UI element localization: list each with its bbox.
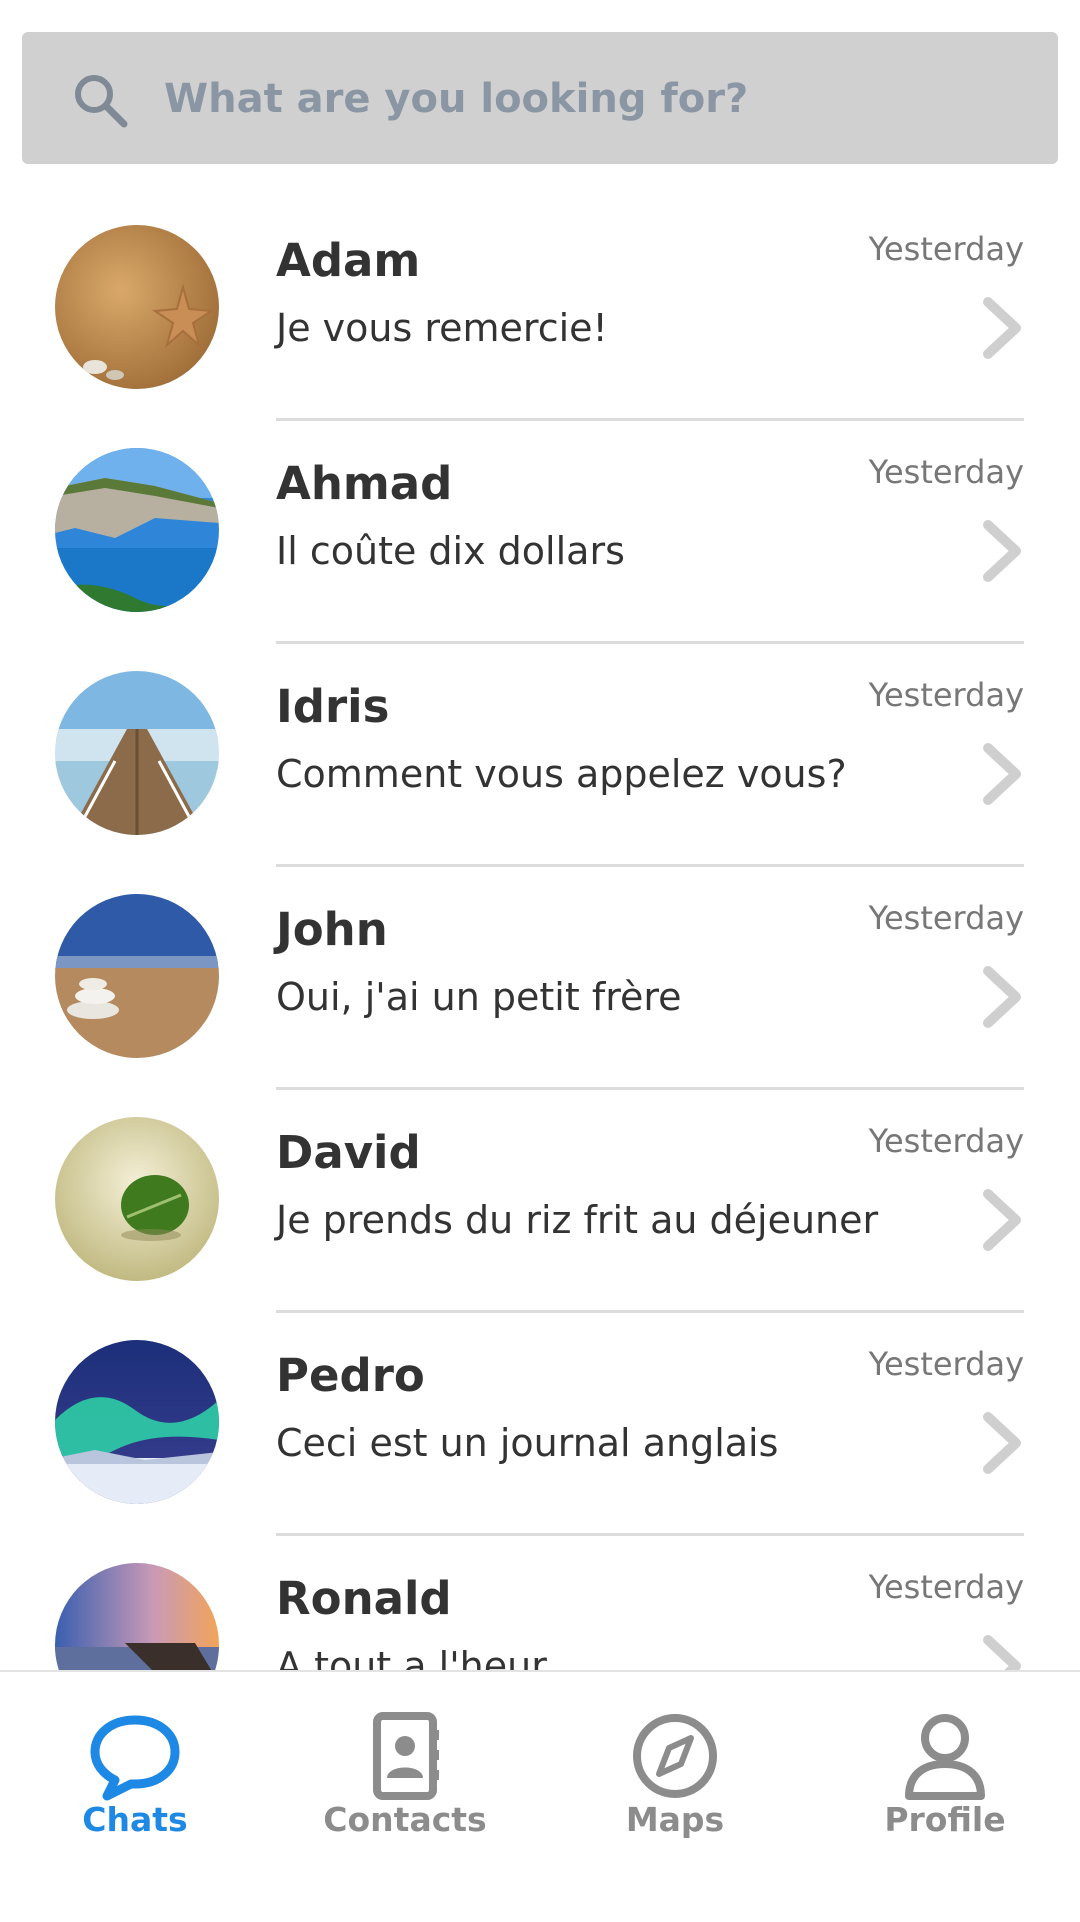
chat-name: David — [276, 1126, 421, 1179]
chat-list: Adam Je vous remercie! Yesterday Ahmad I… — [0, 198, 1080, 1670]
search-icon — [75, 75, 128, 128]
contacts-book-icon — [373, 1712, 439, 1800]
compass-icon — [633, 1714, 717, 1798]
tab-label: Contacts — [323, 1800, 487, 1839]
chat-name: John — [276, 903, 388, 956]
chevron-right-icon — [983, 520, 1021, 582]
chat-time: Yesterday — [868, 1345, 1024, 1383]
chat-name: Ahmad — [276, 457, 453, 510]
tab-label: Maps — [625, 1800, 725, 1839]
chat-time: Yesterday — [868, 1568, 1024, 1606]
search-bar[interactable] — [22, 32, 1058, 164]
avatar — [55, 1563, 219, 1670]
chevron-right-icon — [983, 743, 1021, 805]
chevron-right-icon — [983, 1635, 1021, 1670]
chat-message: Je vous remercie! — [276, 306, 608, 350]
chat-item-john[interactable]: John Oui, j'ai un petit frère Yesterday — [0, 867, 1080, 1090]
chat-time: Yesterday — [868, 230, 1024, 268]
chat-item-adam[interactable]: Adam Je vous remercie! Yesterday — [0, 198, 1080, 421]
chevron-right-icon — [983, 966, 1021, 1028]
tab-chats[interactable]: Chats — [0, 1672, 270, 1852]
search-input[interactable] — [162, 52, 1026, 146]
avatar — [55, 1117, 219, 1281]
chat-item-ronald[interactable]: Ronald A tout a l'heur Yesterday — [0, 1536, 1080, 1670]
chat-name: Pedro — [276, 1349, 425, 1402]
chat-time: Yesterday — [868, 1122, 1024, 1160]
chat-item-idris[interactable]: Idris Comment vous appelez vous? Yesterd… — [0, 644, 1080, 867]
chat-bubble-icon — [90, 1715, 180, 1801]
chat-item-ahmad[interactable]: Ahmad Il coûte dix dollars Yesterday — [0, 421, 1080, 644]
avatar — [55, 1340, 219, 1504]
chat-message: A tout a l'heur — [276, 1644, 547, 1670]
bottom-tab-bar: Chats Contacts Maps Profile — [0, 1670, 1080, 1922]
chat-message: Je prends du riz frit au déjeuner — [276, 1198, 879, 1242]
avatar — [55, 671, 219, 835]
chevron-right-icon — [983, 1189, 1021, 1251]
chat-item-pedro[interactable]: Pedro Ceci est un journal anglais Yester… — [0, 1313, 1080, 1536]
tab-label: Chats — [82, 1800, 188, 1839]
avatar — [55, 225, 219, 389]
chat-message: Comment vous appelez vous? — [276, 752, 847, 796]
chat-time: Yesterday — [868, 453, 1024, 491]
avatar — [55, 894, 219, 1058]
avatar — [55, 448, 219, 612]
tab-label: Profile — [884, 1800, 1006, 1839]
chat-name: Idris — [276, 680, 390, 733]
chevron-right-icon — [983, 1412, 1021, 1474]
chevron-right-icon — [983, 297, 1021, 359]
chat-item-david[interactable]: David Je prends du riz frit au déjeuner … — [0, 1090, 1080, 1313]
tab-maps[interactable]: Maps — [540, 1672, 810, 1852]
chat-name: Adam — [276, 234, 421, 287]
chat-message: Il coûte dix dollars — [276, 529, 625, 573]
chat-message: Oui, j'ai un petit frère — [276, 975, 682, 1019]
chat-time: Yesterday — [868, 899, 1024, 937]
chat-time: Yesterday — [868, 676, 1024, 714]
tab-contacts[interactable]: Contacts — [270, 1672, 540, 1852]
chat-message: Ceci est un journal anglais — [276, 1421, 779, 1465]
tab-profile[interactable]: Profile — [810, 1672, 1080, 1852]
chat-name: Ronald — [276, 1572, 452, 1625]
person-icon — [905, 1714, 985, 1800]
